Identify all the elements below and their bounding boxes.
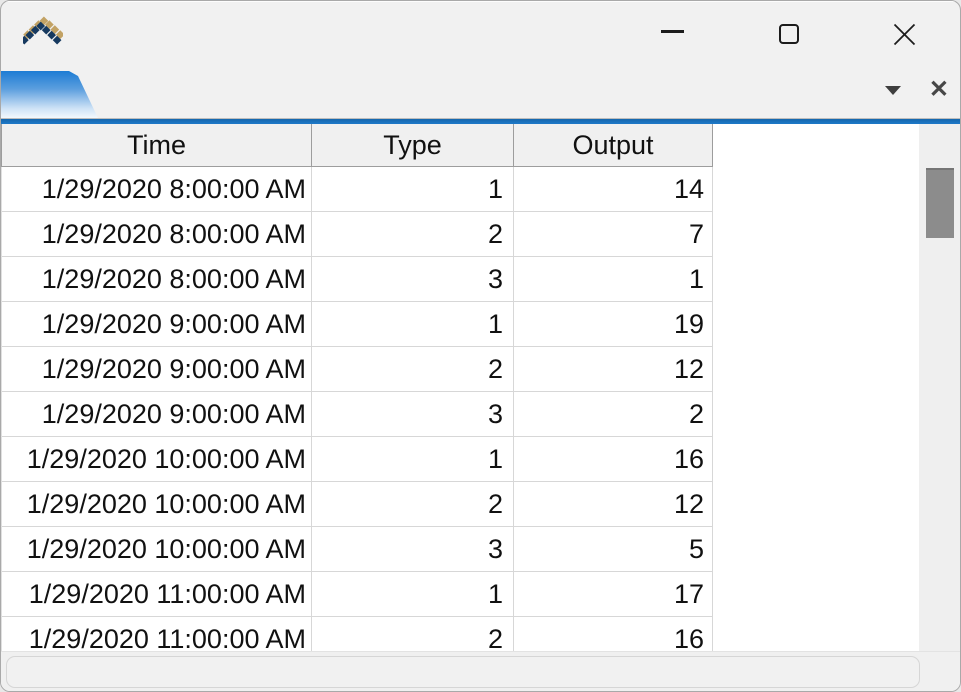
app-logo-icon — [23, 14, 63, 48]
horizontal-scrollbar[interactable] — [1, 651, 960, 691]
cell-type: 2 — [312, 482, 514, 526]
table-row[interactable]: 1/29/2020 8:00:00 AM 2 7 — [2, 212, 713, 257]
cell-time: 1/29/2020 10:00:00 AM — [2, 527, 312, 571]
cell-type: 2 — [312, 347, 514, 391]
data-grid: Time Type Output 1/29/2020 8:00:00 AM 1 … — [1, 124, 921, 651]
grid-body: 1/29/2020 8:00:00 AM 1 14 1/29/2020 8:00… — [1, 167, 713, 651]
cell-output: 12 — [514, 347, 713, 391]
cell-output: 16 — [514, 437, 713, 481]
cell-time: 1/29/2020 9:00:00 AM — [2, 392, 312, 436]
vertical-scrollbar[interactable] — [919, 124, 960, 651]
tab-list-dropdown-icon[interactable] — [885, 86, 901, 95]
table-row[interactable]: 1/29/2020 9:00:00 AM 3 2 — [2, 392, 713, 437]
table-row[interactable]: 1/29/2020 9:00:00 AM 1 19 — [2, 302, 713, 347]
table-row[interactable]: 1/29/2020 10:00:00 AM 1 16 — [2, 437, 713, 482]
minimize-button[interactable] — [661, 30, 684, 33]
column-header-output[interactable]: Output — [514, 124, 713, 166]
cell-type: 3 — [312, 257, 514, 301]
cell-time: 1/29/2020 10:00:00 AM — [2, 482, 312, 526]
cell-time: 1/29/2020 9:00:00 AM — [2, 302, 312, 346]
table-row[interactable]: 1/29/2020 10:00:00 AM 3 5 — [2, 527, 713, 572]
cell-time: 1/29/2020 10:00:00 AM — [2, 437, 312, 481]
cell-time: 1/29/2020 8:00:00 AM — [2, 257, 312, 301]
table-row[interactable]: 1/29/2020 8:00:00 AM 3 1 — [2, 257, 713, 302]
cell-time: 1/29/2020 11:00:00 AM — [2, 572, 312, 616]
cell-output: 1 — [514, 257, 713, 301]
tab-strip: ✕ — [1, 63, 960, 119]
vertical-scrollbar-thumb[interactable] — [926, 168, 954, 238]
column-header-time[interactable]: Time — [2, 124, 312, 166]
cell-time: 1/29/2020 8:00:00 AM — [2, 212, 312, 256]
cell-output: 17 — [514, 572, 713, 616]
grid-content: Time Type Output 1/29/2020 8:00:00 AM 1 … — [1, 124, 960, 651]
table-row[interactable]: 1/29/2020 10:00:00 AM 2 12 — [2, 482, 713, 527]
horizontal-scrollbar-thumb[interactable] — [6, 656, 920, 688]
column-header-type[interactable]: Type — [312, 124, 514, 166]
table-row[interactable]: 1/29/2020 11:00:00 AM 2 16 — [2, 617, 713, 651]
table-row[interactable]: 1/29/2020 11:00:00 AM 1 17 — [2, 572, 713, 617]
cell-type: 1 — [312, 302, 514, 346]
cell-output: 14 — [514, 167, 713, 211]
cell-time: 1/29/2020 8:00:00 AM — [2, 167, 312, 211]
cell-output: 16 — [514, 617, 713, 651]
tab-close-button[interactable]: ✕ — [929, 76, 949, 104]
cell-type: 2 — [312, 617, 514, 651]
app-window: ✕ Time Type Output 1/29/2020 8:00:00 AM … — [0, 0, 961, 692]
cell-type: 3 — [312, 392, 514, 436]
maximize-button[interactable] — [779, 24, 799, 44]
cell-output: 19 — [514, 302, 713, 346]
cell-output: 7 — [514, 212, 713, 256]
cell-type: 1 — [312, 572, 514, 616]
cell-time: 1/29/2020 11:00:00 AM — [2, 617, 312, 651]
cell-type: 1 — [312, 437, 514, 481]
cell-output: 12 — [514, 482, 713, 526]
cell-output: 5 — [514, 527, 713, 571]
close-icon — [893, 23, 916, 46]
active-document-tab[interactable] — [1, 71, 98, 118]
cell-time: 1/29/2020 9:00:00 AM — [2, 347, 312, 391]
cell-type: 2 — [312, 212, 514, 256]
title-bar[interactable] — [1, 1, 960, 63]
cell-output: 2 — [514, 392, 713, 436]
cell-type: 1 — [312, 167, 514, 211]
close-button[interactable] — [893, 23, 916, 46]
table-row[interactable]: 1/29/2020 8:00:00 AM 1 14 — [2, 167, 713, 212]
grid-header-row: Time Type Output — [1, 124, 713, 167]
cell-type: 3 — [312, 527, 514, 571]
table-row[interactable]: 1/29/2020 9:00:00 AM 2 12 — [2, 347, 713, 392]
